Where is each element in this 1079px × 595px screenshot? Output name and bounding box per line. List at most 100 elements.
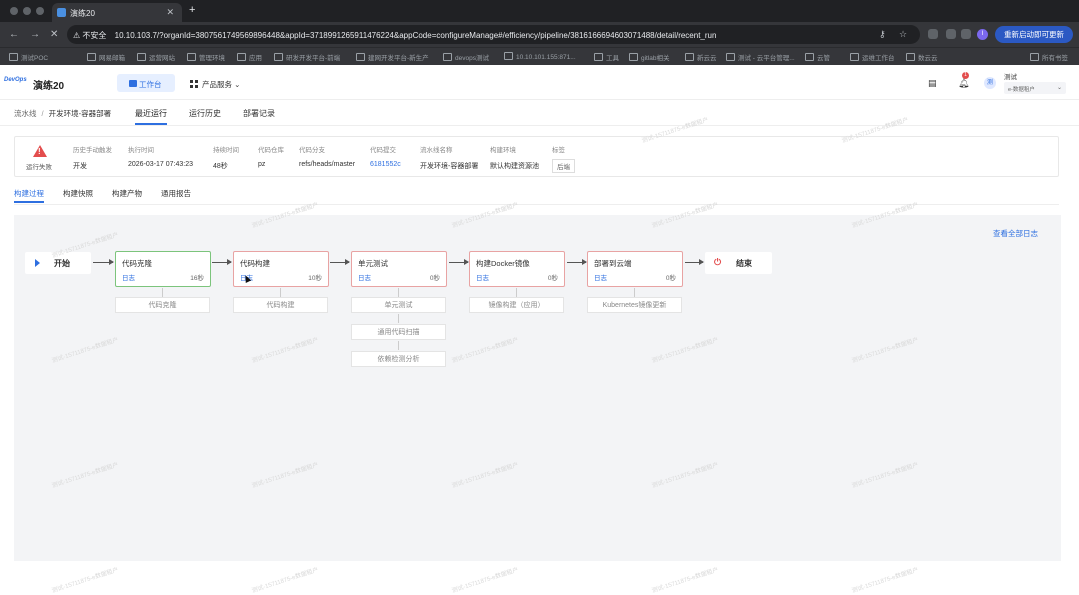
close-window-icon[interactable]: [10, 7, 18, 15]
app-header: DevOps 演练20 工作台 产品服务 ⌄ ▤ 🔔︎ 1 测 测试 e-数据租…: [0, 65, 1079, 100]
stage-name: 构建Docker镜像: [476, 259, 530, 268]
new-tab-button[interactable]: +: [189, 4, 195, 16]
flow-arrow: [685, 259, 704, 265]
bookmark-item[interactable]: 网易邮箱: [87, 52, 125, 62]
tab-general-report[interactable]: 通用报告: [161, 188, 191, 199]
stage-name: 代码克隆: [122, 259, 152, 268]
bookmark-item[interactable]: 运营网站: [137, 52, 175, 62]
stage-connector: [398, 314, 399, 323]
minimize-window-icon[interactable]: [23, 7, 31, 15]
watermark: 测试-15711875-e数据租户: [451, 567, 520, 595]
favicon-icon: [57, 8, 66, 17]
extension-icon[interactable]: [928, 29, 938, 39]
stage-name: 单元测试: [358, 259, 388, 268]
stage-name: 代码构建: [240, 259, 270, 268]
notification-badge: 1: [962, 72, 969, 79]
bookmark-item[interactable]: devops测试: [443, 52, 489, 62]
forward-icon[interactable]: →: [30, 29, 40, 40]
bell-icon[interactable]: 🔔︎: [958, 78, 969, 89]
view-all-logs-link[interactable]: 查看全部日志: [993, 228, 1038, 239]
devops-logo[interactable]: DevOps: [4, 77, 28, 89]
bookmark-item[interactable]: 运维工作台: [850, 52, 895, 62]
stage-log-link[interactable]: 日志: [476, 272, 489, 282]
bookmarks-bar: 测试POC 网易邮箱 运营网站 管理环境 应用 研发开发平台-前端 建网开发平台…: [0, 47, 1079, 65]
browser-tab[interactable]: 演练20 ✕: [52, 3, 182, 22]
extensions-puzzle-icon[interactable]: [946, 29, 956, 39]
all-bookmarks[interactable]: 所有书签: [1030, 52, 1068, 62]
security-warning[interactable]: ⚠ 不安全: [73, 31, 106, 40]
job-dependency-analysis[interactable]: 依赖检测分析: [351, 351, 446, 367]
stage-connector: [280, 288, 281, 297]
stage-code-clone[interactable]: 代码克隆 日志 16秒: [115, 251, 211, 287]
profile-avatar[interactable]: I: [977, 29, 988, 40]
maximize-window-icon[interactable]: [36, 7, 44, 15]
bookmark-item[interactable]: 管理环境: [187, 52, 225, 62]
sidepanel-icon[interactable]: [961, 29, 971, 39]
bookmark-item[interactable]: 测试 - 云平台管理...: [726, 52, 795, 62]
end-node[interactable]: ⏻ 结束: [705, 252, 772, 274]
info-pipeline-name: 流水线名称 开发环境-容器部署: [420, 147, 479, 170]
stage-duration: 0秒: [547, 275, 558, 282]
tab-run-history[interactable]: 运行历史: [189, 108, 221, 119]
tenant-select[interactable]: e-数据租户 ⌄: [1004, 82, 1066, 94]
tab-build-artifacts[interactable]: 构建产物: [112, 188, 142, 199]
warning-icon: !: [33, 145, 47, 157]
tab-deploy-records[interactable]: 部署记录: [243, 108, 275, 119]
stage-log-link[interactable]: 日志: [594, 272, 607, 282]
job-k8s-update[interactable]: Kubernetes镜像更新: [587, 297, 682, 313]
workbench-button[interactable]: 工作台: [117, 74, 175, 92]
job-unit-test[interactable]: 单元测试: [351, 297, 446, 313]
bookmark-item[interactable]: 10.10.101.155:871...: [504, 52, 576, 61]
stage-docker-build[interactable]: 构建Docker镜像 日志 0秒: [469, 251, 565, 287]
job-code-build[interactable]: 代码构建: [233, 297, 328, 313]
stage-deploy-cloud[interactable]: 部署到云端 日志 0秒: [587, 251, 683, 287]
stage-log-link[interactable]: 日志: [122, 272, 135, 282]
flow-arrow: [330, 259, 350, 265]
breadcrumb-root[interactable]: 流水线: [14, 109, 37, 118]
job-code-clone[interactable]: 代码克隆: [115, 297, 210, 313]
close-tab-icon[interactable]: ✕: [166, 7, 174, 18]
url-text: 10.10.103.7/?organId=3807561749569896448…: [114, 31, 717, 40]
job-image-build[interactable]: 镜像构建（应用）: [469, 297, 564, 313]
key-icon[interactable]: ⚷: [879, 29, 886, 40]
commit-link[interactable]: 6181552c: [370, 161, 401, 168]
watermark: 测试-15711875-e数据租户: [851, 567, 920, 595]
bookmark-star-icon[interactable]: ☆: [899, 29, 907, 40]
url-input[interactable]: ⚠ 不安全 10.10.103.7/?organId=3807561749569…: [67, 25, 920, 44]
info-trigger: 历史手动触发 开发: [73, 147, 112, 170]
tab-recent-run[interactable]: 最近运行: [135, 108, 167, 125]
message-icon[interactable]: ▤: [928, 78, 937, 89]
tag-badge: 后端: [552, 159, 575, 173]
bookmark-item[interactable]: 云管: [805, 52, 830, 62]
chevron-down-icon: ⌄: [1056, 85, 1062, 91]
stage-duration: 0秒: [429, 275, 440, 282]
stage-duration: 10秒: [308, 275, 322, 282]
watermark: 测试-15711875-e数据租户: [51, 567, 120, 595]
close-load-icon[interactable]: ✕: [50, 29, 58, 40]
user-avatar[interactable]: 测: [984, 77, 996, 89]
bookmark-item[interactable]: 研发开发平台-前端: [274, 52, 340, 62]
bookmark-item[interactable]: 应用: [237, 52, 262, 62]
restart-update-button[interactable]: 重新启动即可更新: [995, 26, 1073, 43]
breadcrumb-row: 流水线 / 开发环境-容器部署 最近运行 运行历史 部署记录: [0, 100, 1079, 126]
bookmark-item[interactable]: 数云云: [906, 52, 938, 62]
tab-build-snapshot[interactable]: 构建快照: [63, 188, 93, 199]
flow-arrow: [93, 259, 114, 265]
window-controls[interactable]: [10, 7, 44, 15]
stage-unit-test[interactable]: 单元测试 日志 0秒: [351, 251, 447, 287]
bookmark-item[interactable]: gitlab相关: [629, 52, 670, 62]
app-name[interactable]: 演练20: [33, 77, 64, 92]
bookmark-item[interactable]: 测试POC: [9, 52, 48, 62]
back-icon[interactable]: ←: [9, 29, 19, 40]
bookmark-item[interactable]: 工具: [594, 52, 619, 62]
job-code-scan[interactable]: 通用代码扫描: [351, 324, 446, 340]
tab-build-process[interactable]: 构建过程: [14, 188, 44, 203]
bookmark-item[interactable]: 建网开发平台-新生产: [356, 52, 429, 62]
bookmark-item[interactable]: 新云云: [685, 52, 717, 62]
address-bar-row: ← → ✕ ⚠ 不安全 10.10.103.7/?organId=3807561…: [0, 22, 1079, 47]
watermark: 测试-15711875-e数据租户: [651, 567, 720, 595]
play-icon: [35, 259, 40, 267]
product-services-menu[interactable]: 产品服务 ⌄: [190, 79, 240, 90]
stage-connector: [398, 341, 399, 350]
stage-log-link[interactable]: 日志: [358, 272, 371, 282]
